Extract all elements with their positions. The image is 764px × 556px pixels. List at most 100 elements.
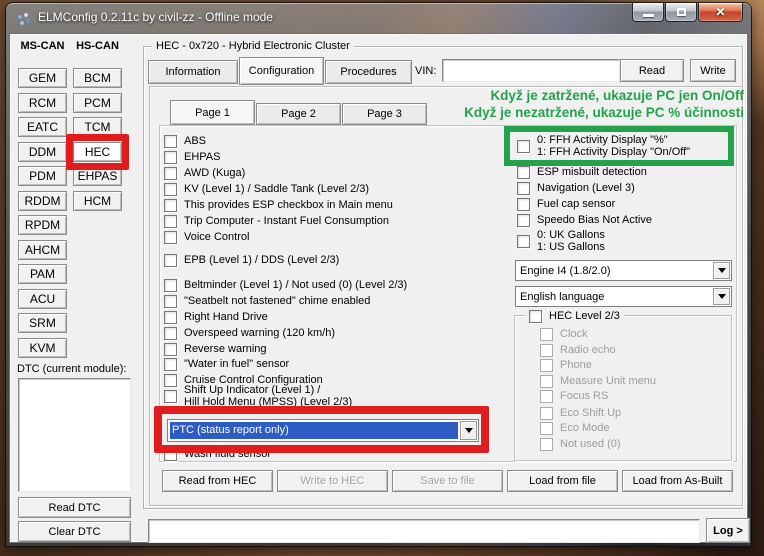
checkbox-row-abs[interactable]: ABS — [164, 133, 206, 149]
phone-label: Phone — [560, 359, 592, 371]
language-combobox[interactable]: English language — [515, 286, 732, 307]
checkbox-row-right-hand-drive[interactable]: Right Hand Drive — [164, 309, 268, 325]
engine-combobox[interactable]: Engine I4 (1.8/2.0) — [515, 260, 732, 281]
overspeed-warning-checkbox[interactable] — [164, 327, 177, 340]
checkbox-row-awd[interactable]: AWD (Kuga) — [164, 165, 245, 181]
tab-page-1[interactable]: Page 1 — [170, 100, 255, 125]
module-button-ddm[interactable]: DDM — [18, 142, 67, 162]
gallons-checkbox[interactable] — [517, 235, 530, 248]
checkbox-row-ehpas[interactable]: EHPAS — [164, 149, 220, 165]
abs-checkbox[interactable] — [164, 135, 177, 148]
module-button-ehpas[interactable]: EHPAS — [73, 166, 122, 186]
checkbox-row-shift-up-indicator[interactable]: Shift Up Indicator (Level 1) / Hill Hold… — [164, 384, 352, 408]
beltminder-checkbox[interactable] — [164, 279, 177, 292]
write-button[interactable]: Write — [690, 59, 736, 82]
trip-computer-checkbox[interactable] — [164, 215, 177, 228]
checkbox-row-ffh-activity[interactable]: 0: FFH Activity Display "%" 1: FFH Activ… — [517, 134, 690, 158]
module-button-rcm[interactable]: RCM — [18, 93, 67, 113]
read-button[interactable]: Read — [620, 59, 684, 82]
wash-fluid-checkbox[interactable] — [164, 448, 177, 461]
module-button-rpdm[interactable]: RPDM — [18, 215, 67, 235]
load-from-as-built-button[interactable]: Load from As-Built — [622, 470, 733, 492]
water-in-fuel-checkbox[interactable] — [164, 358, 177, 371]
checkbox-row-fuel-cap[interactable]: Fuel cap sensor — [517, 196, 615, 212]
ptc-combobox-arrow[interactable] — [460, 421, 477, 440]
checkbox-row-navigation[interactable]: Navigation (Level 3) — [517, 180, 635, 196]
module-button-pcm[interactable]: PCM — [73, 93, 122, 113]
kv-saddle-tank-checkbox[interactable] — [164, 183, 177, 196]
checkbox-row-speedo-bias[interactable]: Speedo Bias Not Active — [517, 212, 652, 228]
checkbox-row-hec-level[interactable]: HEC Level 2/3 — [525, 308, 624, 324]
tab-page-3[interactable]: Page 3 — [342, 103, 427, 125]
kv-saddle-tank-label: KV (Level 1) / Saddle Tank (Level 2/3) — [184, 183, 369, 195]
right-hand-drive-checkbox[interactable] — [164, 311, 177, 324]
ffh-line-1: 0: FFH Activity Display "%" — [537, 134, 668, 146]
module-button-pam[interactable]: PAM — [18, 264, 67, 284]
navigation-checkbox[interactable] — [517, 182, 530, 195]
vin-input[interactable] — [442, 59, 620, 82]
vin-label: VIN: — [415, 65, 436, 77]
tab-procedures[interactable]: Procedures — [325, 60, 412, 84]
title-bar[interactable]: ELMConfig 0.2.11c by civil-zz - Offline … — [6, 3, 751, 33]
checkbox-row-overspeed-warning[interactable]: Overspeed warning (120 km/h) — [164, 325, 335, 341]
checkbox-row-voice-control[interactable]: Voice Control — [164, 229, 249, 245]
checkbox-row-water-in-fuel[interactable]: "Water in fuel" sensor — [164, 356, 289, 372]
checkbox-row-wash-fluid[interactable]: Wash fluid sensor — [164, 446, 271, 462]
shift-up-indicator-checkbox[interactable] — [164, 390, 177, 403]
trip-computer-label: Trip Computer - Instant Fuel Consumption — [184, 215, 389, 227]
checkbox-row-trip-computer[interactable]: Trip Computer - Instant Fuel Consumption — [164, 213, 389, 229]
log-button[interactable]: Log > — [706, 518, 750, 543]
module-button-acu[interactable]: ACU — [18, 289, 67, 309]
awd-checkbox[interactable] — [164, 167, 177, 180]
seatbelt-chime-checkbox[interactable] — [164, 295, 177, 308]
ptc-combobox[interactable]: PTC (status report only) — [167, 419, 479, 442]
close-icon: ✕ — [715, 4, 725, 21]
ffh-activity-checkbox[interactable] — [517, 140, 530, 153]
language-combobox-arrow[interactable] — [713, 288, 730, 305]
module-button-kvm[interactable]: KVM — [18, 338, 67, 358]
checkbox-row-beltminder[interactable]: Beltminder (Level 1) / Not used (0) (Lev… — [164, 277, 407, 293]
checkbox-row-esp-main-menu[interactable]: This provides ESP checkbox in Main menu — [164, 197, 393, 213]
checkbox-row-seatbelt-chime[interactable]: "Seatbelt not fastened" chime enabled — [164, 293, 370, 309]
checkbox-row-kv-saddle-tank[interactable]: KV (Level 1) / Saddle Tank (Level 2/3) — [164, 181, 369, 197]
module-button-ahcm[interactable]: AHCM — [18, 240, 67, 260]
read-dtc-button[interactable]: Read DTC — [18, 497, 131, 518]
checkbox-row-esp-misbuilt[interactable]: ESP misbuilt detection — [517, 164, 647, 180]
ehpas-checkbox[interactable] — [164, 151, 177, 164]
close-button[interactable]: ✕ — [698, 3, 743, 22]
load-from-file-button[interactable]: Load from file — [507, 470, 618, 492]
reverse-warning-checkbox[interactable] — [164, 343, 177, 356]
speedo-bias-label: Speedo Bias Not Active — [537, 214, 652, 226]
voice-control-label: Voice Control — [184, 231, 249, 243]
clear-dtc-button[interactable]: Clear DTC — [18, 521, 131, 542]
checkbox-row-gallons[interactable]: 0: UK Gallons 1: US Gallons — [517, 229, 605, 253]
dtc-listbox[interactable] — [18, 378, 131, 492]
module-button-hec[interactable]: HEC — [73, 142, 122, 162]
esp-main-menu-checkbox[interactable] — [164, 199, 177, 212]
checkbox-row-reverse-warning[interactable]: Reverse warning — [164, 341, 267, 357]
minimize-button[interactable] — [632, 3, 664, 22]
read-from-hec-button[interactable]: Read from HEC — [162, 470, 273, 492]
fuel-cap-checkbox[interactable] — [517, 198, 530, 211]
esp-misbuilt-checkbox[interactable] — [517, 166, 530, 179]
module-button-bcm[interactable]: BCM — [73, 68, 122, 88]
engine-combobox-arrow[interactable] — [713, 262, 730, 279]
module-button-srm[interactable]: SRM — [18, 313, 67, 333]
epb-dds-checkbox[interactable] — [164, 254, 177, 267]
hec-level-checkbox[interactable] — [529, 310, 542, 323]
module-button-gem[interactable]: GEM — [18, 68, 67, 88]
maximize-button[interactable] — [665, 3, 697, 22]
voice-control-checkbox[interactable] — [164, 231, 177, 244]
module-button-hcm[interactable]: HCM — [73, 191, 122, 211]
speedo-bias-checkbox[interactable] — [517, 214, 530, 227]
module-button-eatc[interactable]: EATC — [18, 117, 67, 137]
module-button-pdm[interactable]: PDM — [18, 166, 67, 186]
checkbox-row-epb-dds[interactable]: EPB (Level 1) / DDS (Level 2/3) — [164, 252, 339, 268]
tab-page-2[interactable]: Page 2 — [256, 103, 341, 125]
module-button-rddm[interactable]: RDDM — [18, 191, 67, 211]
log-input[interactable] — [148, 519, 700, 543]
tab-configuration[interactable]: Configuration — [239, 57, 324, 85]
fuel-cap-label: Fuel cap sensor — [537, 198, 615, 210]
tab-information[interactable]: Information — [148, 60, 238, 84]
module-button-tcm[interactable]: TCM — [73, 117, 122, 137]
